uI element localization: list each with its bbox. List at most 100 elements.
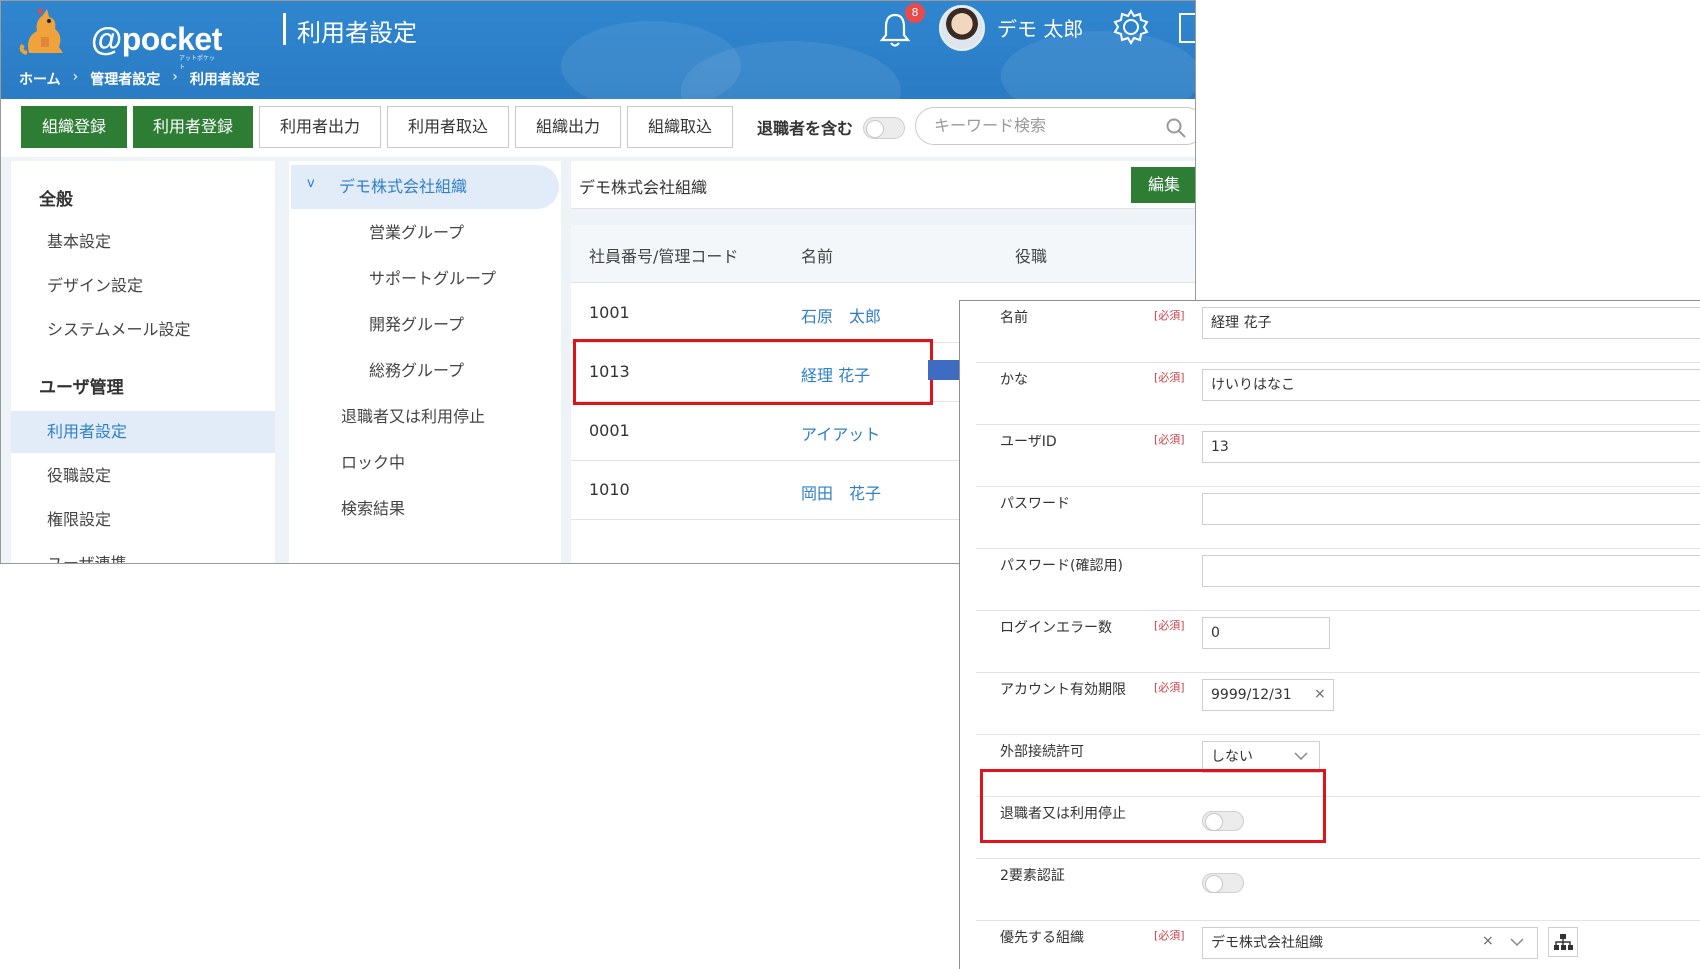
- export-users-button[interactable]: 利用者出力: [259, 106, 381, 148]
- two-factor-label: 2要素認証: [1000, 868, 1065, 884]
- password-label: パスワード: [1000, 496, 1070, 512]
- sidebar-item-design-settings[interactable]: デザイン設定: [11, 265, 275, 307]
- breadcrumb-admin-settings[interactable]: 管理者設定: [90, 69, 160, 89]
- org-tree: v デモ株式会社組織 営業グループ サポートグループ 開発グループ 総務グループ…: [289, 161, 561, 563]
- chevron-down-icon[interactable]: [1510, 937, 1524, 947]
- page-title: 利用者設定: [297, 19, 417, 47]
- import-users-button[interactable]: 利用者取込: [387, 106, 509, 148]
- required-tag: [必須]: [1154, 681, 1185, 694]
- password-field[interactable]: [1202, 493, 1700, 525]
- external-access-label: 外部接続許可: [1000, 744, 1084, 760]
- form-row-two-factor: 2要素認証: [976, 859, 1700, 921]
- expiry-label: アカウント有効期限: [1000, 682, 1126, 698]
- column-header-code[interactable]: 社員番号/管理コード: [589, 243, 738, 267]
- cell-code: 1010: [589, 480, 630, 499]
- sidebar-section-user-management: ユーザ管理: [39, 378, 124, 398]
- search-input[interactable]: キーワード検索: [915, 107, 1195, 145]
- tree-item-support-group[interactable]: サポートグループ: [289, 257, 561, 301]
- table-header: 社員番号/管理コード 名前 役職: [571, 225, 1195, 283]
- clear-date-icon[interactable]: ×: [1314, 686, 1326, 702]
- sidebar-item-user-settings[interactable]: 利用者設定: [11, 411, 275, 453]
- tree-item-sales-group[interactable]: 営業グループ: [289, 211, 561, 255]
- org-header-bar: デモ株式会社組織 編集: [571, 161, 1195, 209]
- tree-item-general-affairs-group[interactable]: 総務グループ: [289, 349, 561, 393]
- notification-badge: 8: [905, 3, 925, 23]
- title-divider: [283, 13, 286, 45]
- two-factor-toggle[interactable]: [1202, 873, 1244, 893]
- tree-item-label: デモ株式会社組織: [339, 177, 468, 196]
- name-label: 名前: [1000, 310, 1028, 326]
- org-chart-icon: [1554, 934, 1573, 950]
- user-id-label: ユーザID: [1000, 434, 1057, 450]
- form-row-login-errors: ログインエラー数 [必須] 0: [976, 611, 1700, 673]
- cell-name-link[interactable]: アイアット: [801, 421, 880, 445]
- form-row-password-confirm: パスワード(確認用): [976, 549, 1700, 611]
- user-id-field[interactable]: 13: [1202, 431, 1700, 463]
- sidebar-section-general: 全般: [39, 190, 73, 210]
- required-tag: [必須]: [1154, 619, 1185, 632]
- form-row-password: パスワード: [976, 487, 1700, 549]
- search-icon[interactable]: [1165, 117, 1187, 139]
- cell-name-link[interactable]: 岡田 花子: [801, 480, 881, 504]
- required-tag: [必須]: [1154, 929, 1185, 942]
- logout-icon[interactable]: [1179, 13, 1195, 43]
- two-factor-highlight: [980, 769, 1326, 843]
- include-retired-label: 退職者を含む: [757, 119, 854, 138]
- tree-item-locked[interactable]: ロック中: [289, 441, 561, 485]
- register-user-button[interactable]: 利用者登録: [133, 106, 253, 148]
- name-field[interactable]: 経理 花子: [1202, 307, 1700, 339]
- import-org-button[interactable]: 組織取込: [627, 106, 733, 148]
- toolbar: 組織登録 利用者登録 利用者出力 利用者取込 組織出力 組織取込 退職者を含む …: [1, 99, 1195, 157]
- edit-button[interactable]: 編集: [1131, 167, 1195, 203]
- org-tree-button[interactable]: [1548, 927, 1578, 957]
- required-tag: [必須]: [1154, 309, 1185, 322]
- form-row-expiry: アカウント有効期限 [必須] 9999/12/31 ×: [976, 673, 1700, 735]
- gear-icon[interactable]: [1111, 7, 1151, 47]
- selected-row-highlight: [573, 339, 933, 405]
- sidebar-item-basic-settings[interactable]: 基本設定: [11, 221, 275, 263]
- user-name[interactable]: デモ 太郎: [997, 13, 1083, 42]
- cell-code: 1001: [589, 303, 630, 322]
- chevron-down-icon[interactable]: v: [307, 162, 315, 206]
- tree-item-root-org[interactable]: v デモ株式会社組織: [291, 165, 559, 209]
- column-header-name[interactable]: 名前: [801, 243, 833, 267]
- breadcrumb-separator: ›: [172, 69, 178, 85]
- kangaroo-icon: [19, 7, 63, 55]
- column-header-position[interactable]: 役職: [1015, 243, 1047, 267]
- export-org-button[interactable]: 組織出力: [515, 106, 621, 148]
- form-row-kana: かな [必須] けいりはなこ: [976, 363, 1700, 425]
- register-org-button[interactable]: 組織登録: [21, 106, 127, 148]
- kana-field[interactable]: けいりはなこ: [1202, 369, 1700, 401]
- chevron-down-icon[interactable]: [1294, 751, 1308, 761]
- sidebar-item-system-mail-settings[interactable]: システムメール設定: [11, 309, 275, 351]
- app-logo[interactable]: @pocket アットポケット: [19, 7, 222, 71]
- form-row-name: 名前 [必須] 経理 花子: [976, 301, 1700, 363]
- password-confirm-field[interactable]: [1202, 555, 1700, 587]
- breadcrumb: ホーム › 管理者設定 › 利用者設定: [19, 69, 260, 89]
- form-row-priority-org: 優先する組織 [必須] デモ株式会社組織 ×: [976, 921, 1700, 969]
- avatar[interactable]: [939, 5, 985, 51]
- sidebar-item-permission-settings[interactable]: 権限設定: [11, 499, 275, 541]
- selected-org-name: デモ株式会社組織: [579, 178, 708, 197]
- sidebar-item-position-settings[interactable]: 役職設定: [11, 455, 275, 497]
- kana-label: かな: [1000, 372, 1028, 388]
- required-tag: [必須]: [1154, 371, 1185, 384]
- login-errors-field[interactable]: 0: [1202, 617, 1330, 649]
- breadcrumb-home[interactable]: ホーム: [19, 69, 61, 89]
- tree-item-retired[interactable]: 退職者又は利用停止: [289, 395, 561, 439]
- breadcrumb-user-settings[interactable]: 利用者設定: [190, 69, 260, 89]
- sidebar-item-user-integration[interactable]: ユーザ連携: [11, 543, 275, 563]
- form-row-user-id: ユーザID [必須] 13: [976, 425, 1700, 487]
- breadcrumb-separator: ›: [72, 69, 79, 85]
- cell-name-link[interactable]: 石原 太郎: [801, 303, 881, 327]
- password-confirm-label: パスワード(確認用): [1000, 558, 1123, 574]
- clear-selection-icon[interactable]: ×: [1482, 933, 1494, 949]
- tree-item-dev-group[interactable]: 開発グループ: [289, 303, 561, 347]
- header: @pocket アットポケット 利用者設定 ホーム › 管理者設定 › 利用者設…: [1, 1, 1195, 141]
- include-retired-toggle[interactable]: [863, 117, 905, 139]
- required-tag: [必須]: [1154, 433, 1185, 446]
- cell-code: 0001: [589, 421, 630, 440]
- tree-item-search-results[interactable]: 検索結果: [289, 487, 561, 531]
- user-detail-form: 名前 [必須] 経理 花子 かな [必須] けいりはなこ ユーザID [必須] …: [959, 300, 1700, 969]
- login-errors-label: ログインエラー数: [1000, 620, 1112, 636]
